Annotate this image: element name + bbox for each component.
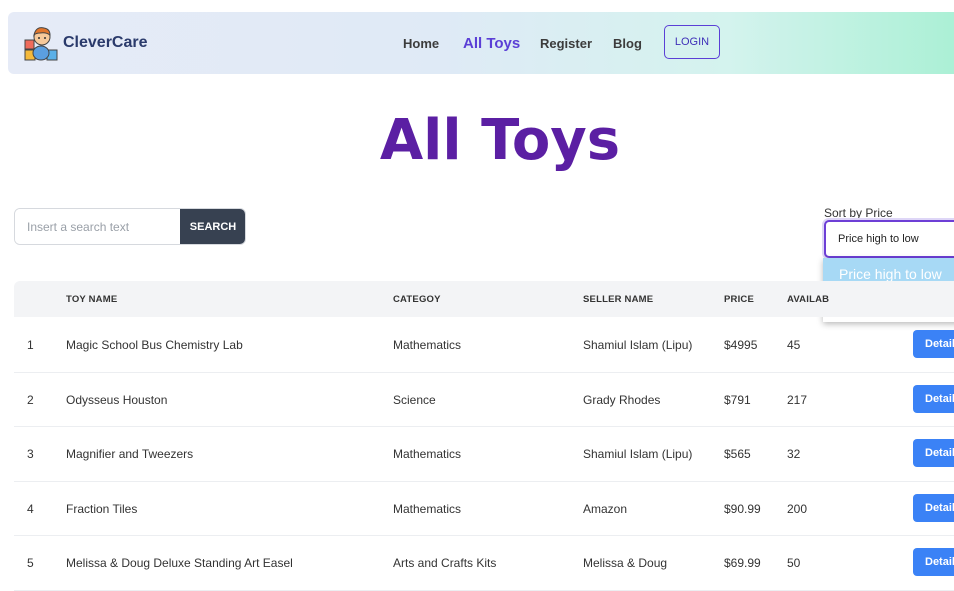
available-quantity: 45 [787, 338, 801, 352]
navbar: CleverCare Home All Toys Register Blog L… [8, 12, 954, 74]
seller-name: Shamiul Islam (Lipu) [583, 338, 693, 352]
available-quantity: 50 [787, 556, 801, 570]
nav-link-register[interactable]: Register [540, 36, 592, 51]
search-button[interactable]: SEARCH [180, 209, 245, 244]
toy-category: Mathematics [393, 502, 462, 516]
child-toys-logo-icon[interactable] [23, 24, 59, 62]
column-header-seller-name: SELLER NAME [583, 294, 654, 305]
toy-price: $4995 [724, 338, 758, 352]
table-row: 2 Odysseus Houston Science Grady Rhodes … [14, 372, 954, 427]
details-button[interactable]: Detail [913, 385, 954, 413]
sort-label: Sort by Price [824, 206, 893, 220]
column-header-price: PRICE [724, 294, 755, 305]
toy-price: $90.99 [724, 502, 761, 516]
toy-price: $565 [724, 447, 751, 461]
toy-name: Magnifier and Tweezers [66, 447, 194, 461]
sort-select[interactable]: Price high to low [824, 220, 954, 258]
toy-name: Odysseus Houston [66, 393, 168, 407]
row-number: 4 [27, 502, 34, 516]
details-button[interactable]: Detail [913, 439, 954, 467]
search-input[interactable] [15, 209, 180, 244]
details-button[interactable]: Detail [913, 548, 954, 576]
nav-link-home[interactable]: Home [403, 36, 439, 51]
toy-price: $791 [724, 393, 751, 407]
brand-name[interactable]: CleverCare [63, 34, 148, 52]
seller-name: Amazon [583, 502, 628, 516]
row-number: 3 [27, 447, 34, 461]
table-header: TOY NAME CATEGOY SELLER NAME PRICE AVAIL… [14, 281, 954, 317]
nav-link-all-toys[interactable]: All Toys [463, 35, 520, 52]
search-bar: SEARCH [14, 208, 246, 245]
nav-link-blog[interactable]: Blog [613, 36, 642, 51]
toy-category: Arts and Crafts Kits [393, 556, 497, 570]
available-quantity: 200 [787, 502, 808, 516]
seller-name: Melissa & Doug [583, 556, 668, 570]
toy-category: Mathematics [393, 338, 462, 352]
seller-name: Shamiul Islam (Lipu) [583, 447, 693, 461]
column-header-toy-name: TOY NAME [66, 294, 118, 305]
details-button[interactable]: Detail [913, 494, 954, 522]
details-button[interactable]: Detail [913, 330, 954, 358]
toy-name: Melissa & Doug Deluxe Standing Art Easel [66, 556, 293, 570]
page-title: All Toys [379, 108, 621, 173]
toy-category: Science [393, 393, 436, 407]
table-row: 3 Magnifier and Tweezers Mathematics Sha… [14, 427, 954, 482]
toy-category: Mathematics [393, 447, 462, 461]
toy-name: Magic School Bus Chemistry Lab [66, 338, 243, 352]
table-row: 1 Magic School Bus Chemistry Lab Mathema… [14, 318, 954, 373]
table-row: 5 Melissa & Doug Deluxe Standing Art Eas… [14, 536, 954, 591]
row-number: 1 [27, 338, 34, 352]
table-row: 4 Fraction Tiles Mathematics Amazon $90.… [14, 481, 954, 536]
available-quantity: 32 [787, 447, 801, 461]
available-quantity: 217 [787, 393, 808, 407]
row-number: 2 [27, 393, 34, 407]
toy-price: $69.99 [724, 556, 761, 570]
row-number: 5 [27, 556, 34, 570]
toy-name: Fraction Tiles [66, 502, 138, 516]
column-header-available: AVAILAB [787, 294, 830, 305]
column-header-category: CATEGOY [393, 294, 441, 305]
login-button[interactable]: LOGIN [664, 25, 720, 59]
seller-name: Grady Rhodes [583, 393, 661, 407]
